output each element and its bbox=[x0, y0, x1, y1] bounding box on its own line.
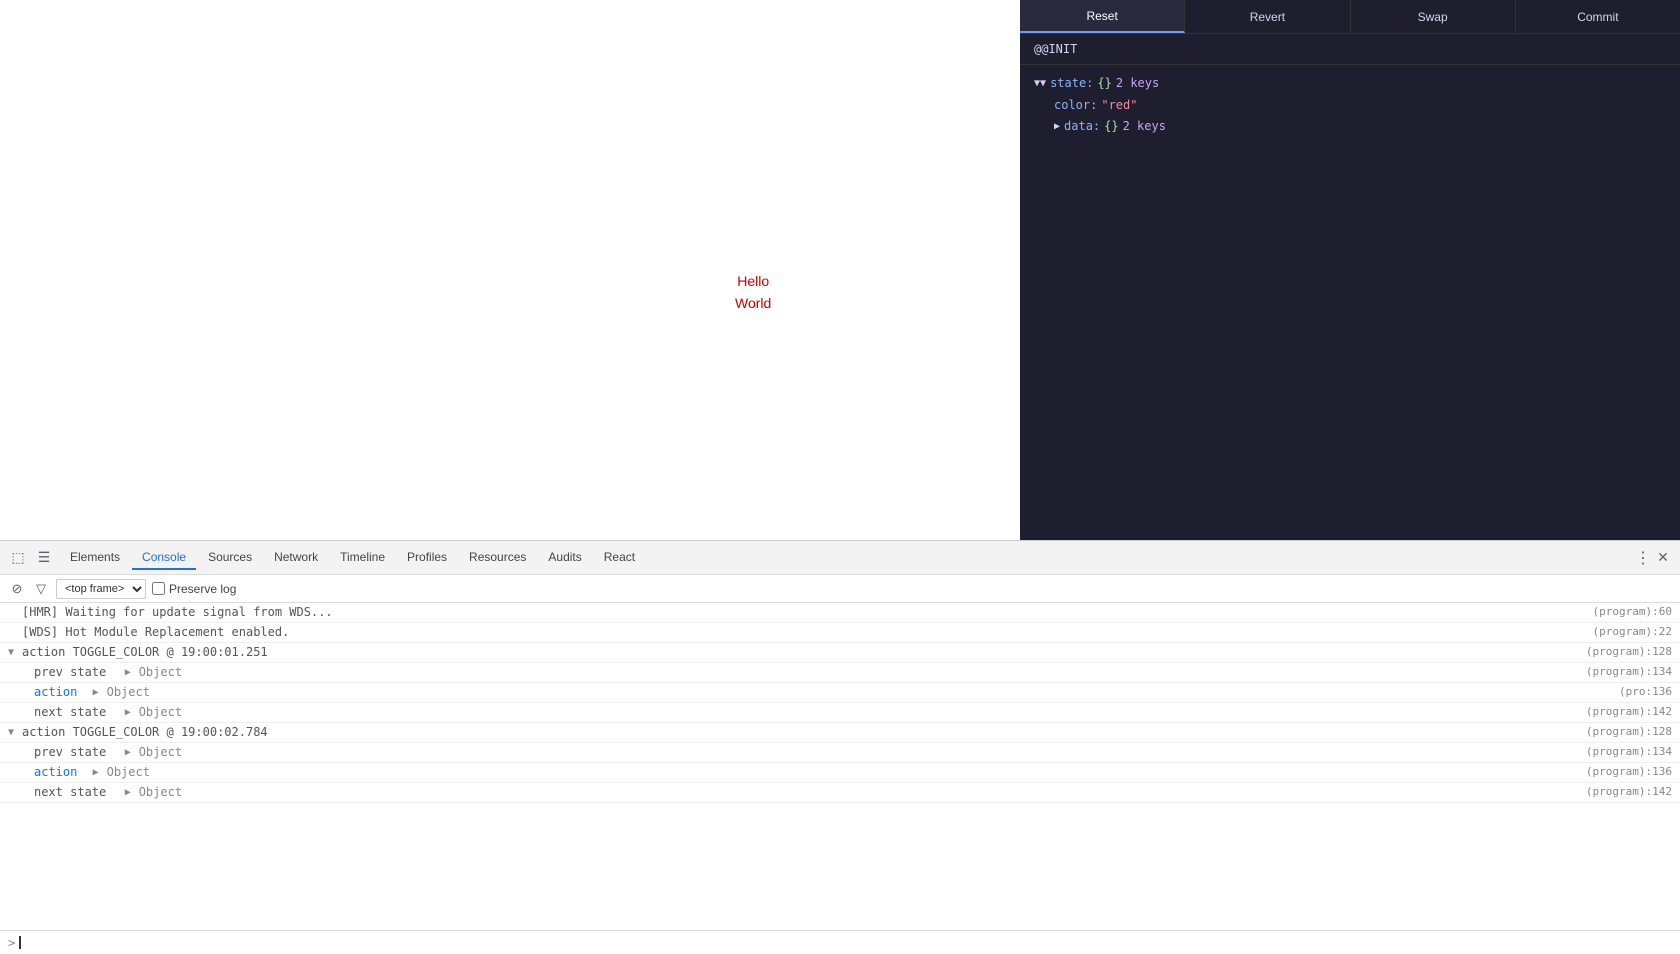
devtools-panel: ⬚ ☰ Elements Console Sources Network Tim… bbox=[0, 540, 1680, 954]
console-prompt: > bbox=[8, 936, 15, 950]
revert-button[interactable]: Revert bbox=[1185, 0, 1350, 33]
world-line: World bbox=[735, 292, 771, 314]
action2-header-source: (program):128 bbox=[1578, 725, 1672, 738]
action2-prev-text: prev state bbox=[34, 745, 121, 759]
action1-next-source: (program):142 bbox=[1578, 705, 1672, 718]
tab-elements[interactable]: Elements bbox=[60, 546, 130, 570]
console-cursor bbox=[19, 936, 21, 949]
action1-prev-obj: Object bbox=[139, 665, 182, 679]
hello-world-text: Hello World bbox=[735, 270, 771, 315]
action2-action-line: ▶ action Object (program):136 bbox=[0, 763, 1680, 783]
toolbar: Reset Revert Swap Commit bbox=[1020, 0, 1680, 34]
action2-header-text: action TOGGLE_COLOR @ 19:00:02.784 bbox=[22, 725, 268, 739]
preserve-log-text: Preserve log bbox=[169, 582, 236, 596]
action1-header-source: (program):128 bbox=[1578, 645, 1672, 658]
action1-action-space bbox=[81, 685, 88, 699]
action1-prev-toggle[interactable] bbox=[125, 667, 135, 678]
tab-resources[interactable]: Resources bbox=[459, 546, 536, 570]
hmr-source: (program):60 bbox=[1585, 605, 1672, 618]
action1-next-text: next state bbox=[34, 705, 121, 719]
action1-action-toggle[interactable] bbox=[93, 687, 103, 698]
action2-next-source: (program):142 bbox=[1578, 785, 1672, 798]
swap-button[interactable]: Swap bbox=[1351, 0, 1516, 33]
preview-area: Hello World bbox=[0, 0, 1020, 540]
action2-action-toggle[interactable] bbox=[93, 767, 103, 778]
action1-prev-text: prev state bbox=[34, 665, 121, 679]
data-count: 2 keys bbox=[1123, 116, 1166, 138]
action1-header-text: action TOGGLE_COLOR @ 19:00:01.251 bbox=[22, 645, 268, 659]
action2-action-obj: Object bbox=[107, 765, 150, 779]
init-label: @@INIT bbox=[1020, 34, 1680, 65]
action2-next-text: next state bbox=[34, 785, 121, 799]
state-count: 2 keys bbox=[1116, 73, 1159, 95]
action2-prev-line: ▶ prev state Object (program):134 bbox=[0, 743, 1680, 763]
action2-action-source: (program):136 bbox=[1578, 765, 1672, 778]
data-type: {} bbox=[1104, 116, 1118, 138]
console-wds-line: ▶ [WDS] Hot Module Replacement enabled. … bbox=[0, 623, 1680, 643]
console-toolbar: ⊘ ▽ <top frame> Preserve log bbox=[0, 575, 1680, 603]
action1-action-obj: Object bbox=[107, 685, 150, 699]
filter-icon[interactable]: ▽ bbox=[32, 580, 50, 598]
action2-prev-source: (program):134 bbox=[1578, 745, 1672, 758]
action2-toggle[interactable] bbox=[8, 727, 18, 738]
action1-header-line: action TOGGLE_COLOR @ 19:00:01.251 (prog… bbox=[0, 643, 1680, 663]
state-type: {} bbox=[1097, 73, 1111, 95]
console-hmr-line: ▶ [HMR] Waiting for update signal from W… bbox=[0, 603, 1680, 623]
action2-header-line: action TOGGLE_COLOR @ 19:00:02.784 (prog… bbox=[0, 723, 1680, 743]
clear-console-icon[interactable]: ⊘ bbox=[8, 580, 26, 598]
tab-console[interactable]: Console bbox=[132, 546, 196, 570]
action2-prev-toggle[interactable] bbox=[125, 747, 135, 758]
reset-button[interactable]: Reset bbox=[1020, 0, 1185, 33]
action1-toggle[interactable] bbox=[8, 647, 18, 658]
hmr-text: [HMR] Waiting for update signal from WDS… bbox=[22, 605, 333, 619]
inspect-element-icon[interactable]: ⬚ bbox=[8, 548, 28, 568]
close-devtools-icon[interactable]: ✕ bbox=[1654, 549, 1672, 567]
action2-next-line: ▶ next state Object (program):142 bbox=[0, 783, 1680, 803]
hello-line: Hello bbox=[735, 270, 771, 292]
preserve-log-checkbox[interactable] bbox=[152, 582, 165, 595]
state-tree: ▼ state: {} 2 keys color: "red" ▶ data: … bbox=[1020, 65, 1680, 146]
data-key: data: bbox=[1064, 116, 1100, 138]
action2-next-obj: Object bbox=[139, 785, 182, 799]
action2-prev-obj: Object bbox=[139, 745, 182, 759]
action1-action-line: ▶ action Object (pro:136 bbox=[0, 683, 1680, 703]
preserve-log-label[interactable]: Preserve log bbox=[152, 582, 236, 596]
tab-profiles[interactable]: Profiles bbox=[397, 546, 457, 570]
frame-select[interactable]: <top frame> bbox=[56, 579, 146, 599]
color-value: "red" bbox=[1101, 95, 1137, 117]
more-options-icon[interactable]: ⋮ bbox=[1634, 549, 1652, 567]
action1-next-line: ▶ next state Object (program):142 bbox=[0, 703, 1680, 723]
color-key: color: bbox=[1054, 95, 1097, 117]
action2-action-space bbox=[81, 765, 88, 779]
tab-timeline[interactable]: Timeline bbox=[330, 546, 395, 570]
tab-audits[interactable]: Audits bbox=[538, 546, 591, 570]
action1-action-source: (pro:136 bbox=[1611, 685, 1672, 698]
wds-text: [WDS] Hot Module Replacement enabled. bbox=[22, 625, 289, 639]
action1-next-toggle[interactable] bbox=[125, 707, 135, 718]
console-input-row: > bbox=[0, 930, 1680, 954]
tab-react[interactable]: React bbox=[594, 546, 645, 570]
action1-prev-line: ▶ prev state Object (program):134 bbox=[0, 663, 1680, 683]
mobile-icon[interactable]: ☰ bbox=[34, 548, 54, 568]
state-key: state: bbox=[1050, 73, 1093, 95]
state-toggle[interactable]: ▼ bbox=[1034, 75, 1046, 93]
tab-sources[interactable]: Sources bbox=[198, 546, 262, 570]
tab-network[interactable]: Network bbox=[264, 546, 328, 570]
data-toggle[interactable]: ▶ bbox=[1054, 118, 1060, 136]
right-panel: Reset Revert Swap Commit @@INIT ▼ state:… bbox=[1020, 0, 1680, 540]
action1-action-text: action bbox=[34, 685, 77, 699]
action2-action-text: action bbox=[34, 765, 77, 779]
action1-prev-source: (program):134 bbox=[1578, 665, 1672, 678]
console-output: ▶ [HMR] Waiting for update signal from W… bbox=[0, 603, 1680, 930]
action1-next-obj: Object bbox=[139, 705, 182, 719]
action2-next-toggle[interactable] bbox=[125, 787, 135, 798]
devtools-tabs-bar: ⬚ ☰ Elements Console Sources Network Tim… bbox=[0, 541, 1680, 575]
wds-source: (program):22 bbox=[1585, 625, 1672, 638]
commit-button[interactable]: Commit bbox=[1516, 0, 1680, 33]
